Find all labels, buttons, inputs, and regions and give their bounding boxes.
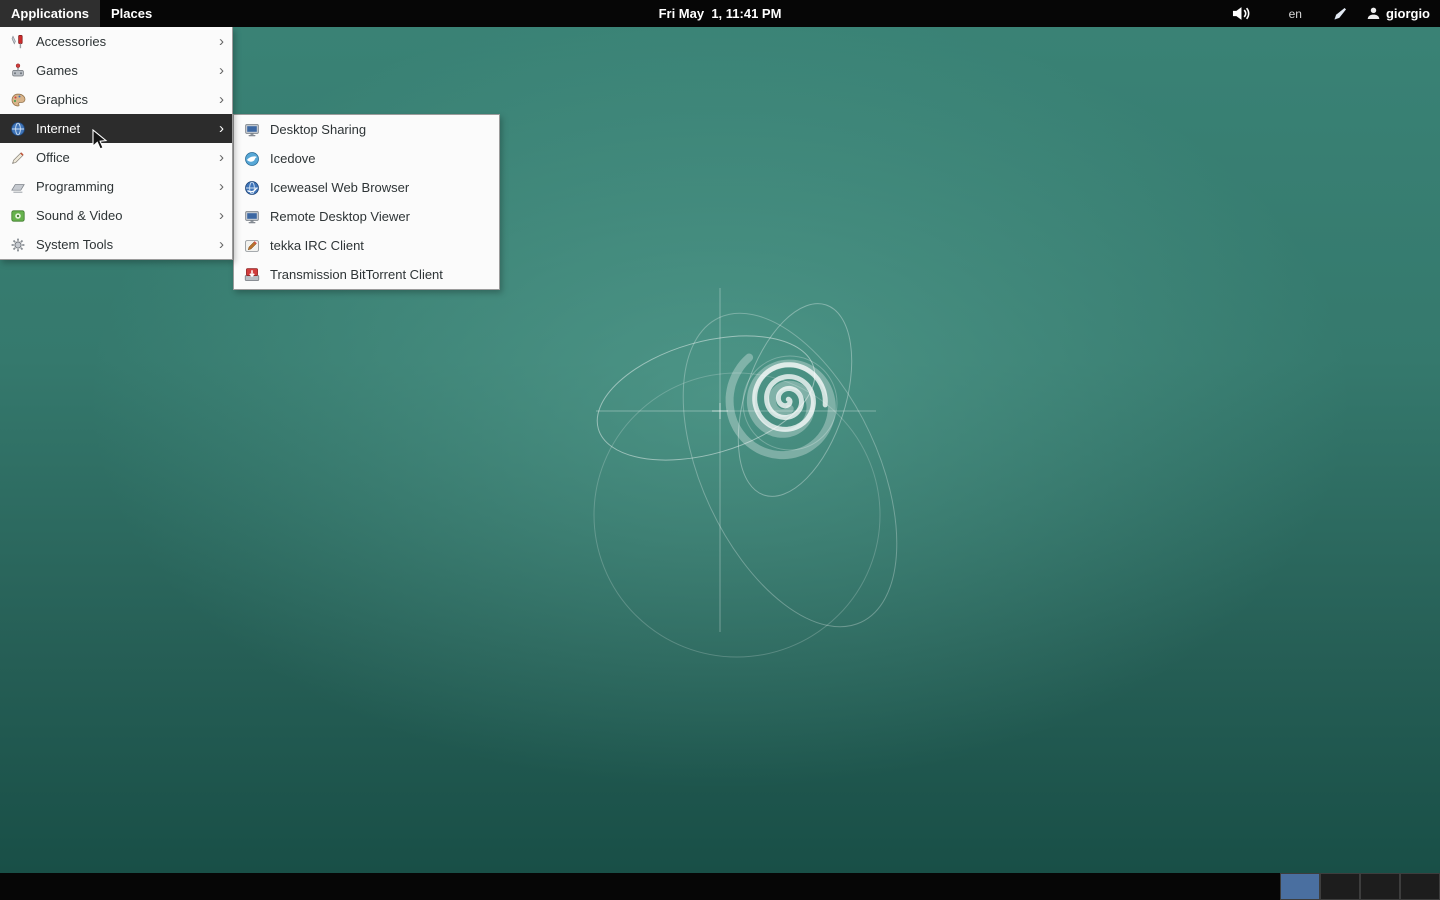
submenu-item-iceweasel-web-browser[interactable]: Iceweasel Web Browser xyxy=(234,173,499,202)
games-icon xyxy=(10,63,26,79)
top-panel: Applications Places Fri May 1, 11:41 PM … xyxy=(0,0,1440,27)
office-icon xyxy=(10,150,26,166)
menu-item-label: Games xyxy=(36,63,78,78)
username[interactable]: giorgio xyxy=(1386,6,1430,21)
system-tools-icon xyxy=(10,237,26,253)
clock[interactable]: Fri May 1, 11:41 PM xyxy=(659,6,782,21)
menu-item-label: Desktop Sharing xyxy=(270,122,367,137)
menu-item-label: Programming xyxy=(36,179,115,194)
menu-item-label: Internet xyxy=(36,121,81,136)
submenu-arrow-icon: › xyxy=(219,33,224,50)
menu-item-label: System Tools xyxy=(36,237,114,252)
remote-desktop-icon xyxy=(244,209,260,225)
menu-item-graphics[interactable]: Graphics › xyxy=(0,85,232,114)
input-method-icon[interactable] xyxy=(1332,6,1348,22)
menu-item-label: Office xyxy=(36,150,70,165)
transmission-icon xyxy=(244,267,260,283)
applications-menu-button[interactable]: Applications xyxy=(0,0,101,27)
submenu-arrow-icon: › xyxy=(219,236,224,253)
accessories-icon xyxy=(10,34,26,50)
menu-item-office[interactable]: Office › xyxy=(0,143,232,172)
menu-item-internet[interactable]: Internet › xyxy=(0,114,232,143)
irc-icon xyxy=(244,238,260,254)
menu-item-accessories[interactable]: Accessories › xyxy=(0,27,232,56)
submenu-item-icedove[interactable]: Icedove xyxy=(234,144,499,173)
menu-item-label: Graphics xyxy=(36,92,89,107)
graphics-icon xyxy=(10,92,26,108)
submenu-item-remote-desktop-viewer[interactable]: Remote Desktop Viewer xyxy=(234,202,499,231)
submenu-arrow-icon: › xyxy=(219,207,224,224)
places-menu-button[interactable]: Places xyxy=(100,0,163,27)
menu-item-programming[interactable]: Programming › xyxy=(0,172,232,201)
menu-item-label: tekka IRC Client xyxy=(270,238,364,253)
submenu-arrow-icon: › xyxy=(219,178,224,195)
menu-item-label: Remote Desktop Viewer xyxy=(270,209,410,224)
menu-item-label: Accessories xyxy=(36,34,107,49)
keyboard-layout-indicator[interactable]: en xyxy=(1289,7,1302,21)
icedove-icon xyxy=(244,151,260,167)
menu-item-label: Icedove xyxy=(270,151,316,166)
submenu-item-transmission-bittorrent-client[interactable]: Transmission BitTorrent Client xyxy=(234,260,499,289)
programming-icon xyxy=(10,179,26,195)
workspace-4[interactable] xyxy=(1400,873,1440,900)
volume-icon[interactable] xyxy=(1231,5,1253,22)
menu-item-label: Sound & Video xyxy=(36,208,123,223)
workspace-2[interactable] xyxy=(1320,873,1360,900)
submenu-item-tekka-irc-client[interactable]: tekka IRC Client xyxy=(234,231,499,260)
workspace-1[interactable] xyxy=(1280,873,1320,900)
menu-item-sound-video[interactable]: Sound & Video › xyxy=(0,201,232,230)
menu-item-games[interactable]: Games › xyxy=(0,56,232,85)
applications-menu: Accessories › Games › Graphics › Internet › … xyxy=(0,27,233,260)
submenu-arrow-icon: › xyxy=(219,91,224,108)
iceweasel-icon xyxy=(244,180,260,196)
desktop-sharing-icon xyxy=(244,122,260,138)
submenu-arrow-icon: › xyxy=(219,120,224,137)
sound-video-icon xyxy=(10,208,26,224)
user-icon xyxy=(1366,6,1381,21)
submenu-item-desktop-sharing[interactable]: Desktop Sharing xyxy=(234,115,499,144)
menu-item-system-tools[interactable]: System Tools › xyxy=(0,230,232,259)
bottom-panel xyxy=(0,873,1440,900)
workspace-switcher xyxy=(1280,873,1440,900)
internet-submenu: Desktop Sharing Icedove Iceweasel Web Br… xyxy=(233,114,500,290)
menu-item-label: Transmission BitTorrent Client xyxy=(270,267,443,282)
menu-item-label: Iceweasel Web Browser xyxy=(270,180,410,195)
submenu-arrow-icon: › xyxy=(219,149,224,166)
workspace-3[interactable] xyxy=(1360,873,1400,900)
internet-icon xyxy=(10,121,26,137)
submenu-arrow-icon: › xyxy=(219,62,224,79)
